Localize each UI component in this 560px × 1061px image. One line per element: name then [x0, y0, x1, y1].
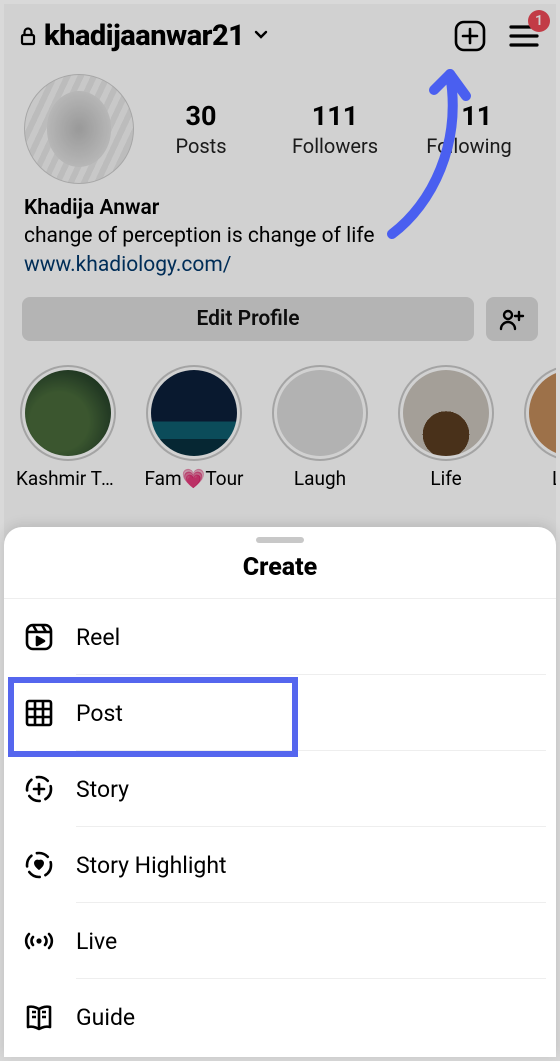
stat-following-label: Following: [402, 134, 536, 158]
stat-followers[interactable]: 111 Followers: [268, 100, 402, 158]
bio-block: Khadija Anwar change of perception is ch…: [4, 188, 556, 287]
stat-followers-count: 111: [268, 100, 402, 132]
create-option-reel[interactable]: Reel: [4, 599, 556, 675]
stats-row: 30 Posts 111 Followers 111 Following: [4, 60, 556, 188]
menu-button[interactable]: 1: [506, 18, 542, 54]
notification-badge: 1: [528, 10, 550, 32]
create-option-label: Reel: [76, 624, 120, 651]
display-name: Khadija Anwar: [24, 194, 536, 222]
username-handle[interactable]: khadijaanwar21: [44, 19, 244, 53]
create-option-label: Story Highlight: [76, 852, 227, 879]
story-icon: [22, 772, 56, 806]
stat-posts-label: Posts: [134, 134, 268, 158]
grid-icon: [22, 696, 56, 730]
stat-following[interactable]: 111 Following: [402, 100, 536, 158]
highlight-icon: [22, 848, 56, 882]
stat-followers-label: Followers: [268, 134, 402, 158]
stat-posts-count: 30: [134, 100, 268, 132]
discover-people-button[interactable]: [486, 297, 538, 341]
create-option-label: Live: [76, 928, 117, 955]
create-option-story[interactable]: Story: [4, 751, 556, 827]
create-option-story-highlight[interactable]: Story Highlight: [4, 827, 556, 903]
create-option-guide[interactable]: Guide: [4, 979, 556, 1055]
create-option-post[interactable]: Post: [4, 675, 556, 751]
highlight-item[interactable]: Laugh: [268, 365, 372, 490]
top-bar: khadijaanwar21 1: [4, 12, 556, 60]
guide-icon: [22, 1000, 56, 1034]
reel-icon: [22, 620, 56, 654]
create-option-label: Story: [76, 776, 129, 803]
sheet-title: Create: [4, 549, 556, 599]
create-option-label: Guide: [76, 1004, 135, 1031]
chevron-down-icon[interactable]: [252, 25, 270, 47]
create-button[interactable]: [452, 18, 488, 54]
highlight-item[interactable]: Love: [520, 365, 556, 490]
stat-posts[interactable]: 30 Posts: [134, 100, 268, 158]
sheet-grabber[interactable]: [256, 537, 304, 543]
bio-text: change of perception is change of life: [24, 222, 536, 250]
stat-following-count: 111: [402, 100, 536, 132]
lock-icon: [18, 26, 38, 46]
edit-profile-button[interactable]: Edit Profile: [22, 297, 474, 341]
highlight-item[interactable]: Fam💗Tour: [142, 365, 246, 490]
create-sheet: Create Reel Post Story: [4, 527, 556, 1057]
bio-link[interactable]: www.khadiology.com/: [24, 251, 536, 279]
profile-avatar[interactable]: [24, 74, 134, 184]
highlights-row[interactable]: Kashmir Tou… Fam💗Tour Laugh Life Love: [4, 351, 556, 490]
create-option-label: Post: [76, 700, 123, 727]
live-icon: [22, 924, 56, 958]
create-option-live[interactable]: Live: [4, 903, 556, 979]
highlight-item[interactable]: Kashmir Tou…: [16, 365, 120, 490]
highlight-item[interactable]: Life: [394, 365, 498, 490]
